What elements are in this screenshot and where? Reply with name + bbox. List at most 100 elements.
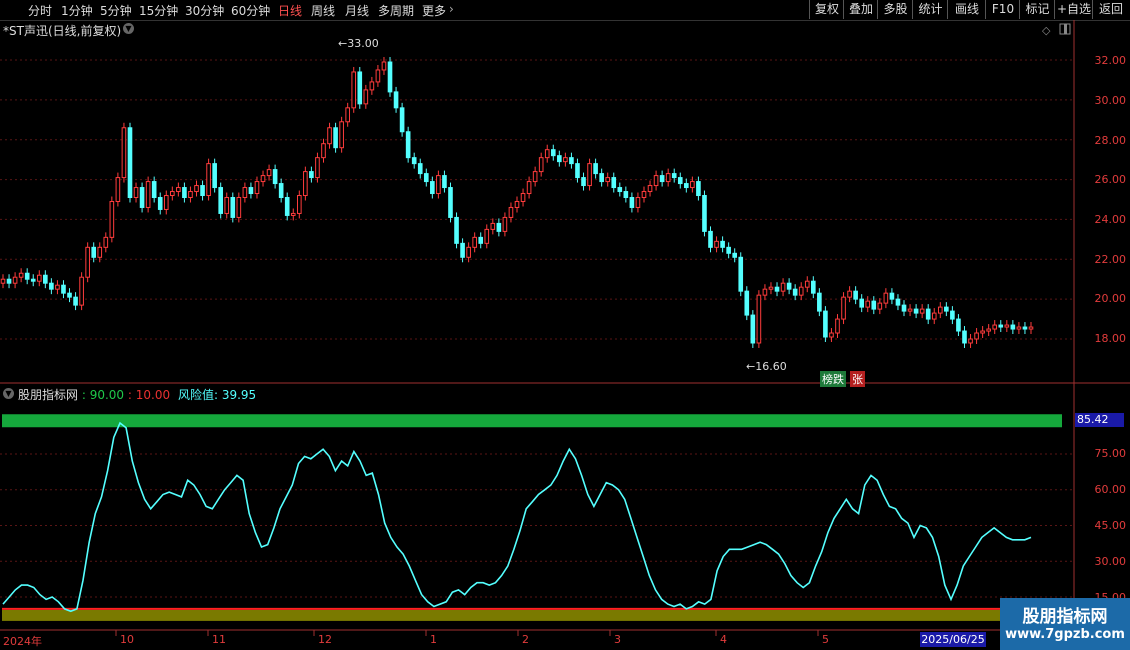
time-tick: 4 <box>720 633 727 646</box>
candle-body <box>647 185 653 193</box>
candle-body <box>871 300 877 310</box>
low-annotation: ←16.60 <box>746 360 787 373</box>
candle-body <box>502 216 508 232</box>
candle-body <box>6 278 12 284</box>
candle-body <box>224 197 230 214</box>
candle-body <box>30 278 36 282</box>
candle-body <box>260 175 266 183</box>
candle-body <box>127 127 133 199</box>
candle-body <box>974 332 979 340</box>
candle-body <box>12 276 18 284</box>
candle-body <box>1028 326 1034 330</box>
candle-body <box>182 187 187 199</box>
candle-body <box>641 191 647 199</box>
candle-body <box>212 163 217 189</box>
candle-body <box>121 127 127 179</box>
status-badge: 张 <box>850 371 865 387</box>
indicator-tick: 60.00 <box>1094 483 1127 496</box>
candle-body <box>254 181 260 195</box>
candle-body <box>587 163 592 187</box>
candle-body <box>804 280 810 288</box>
candle-body <box>950 310 955 320</box>
candle-body <box>593 163 598 175</box>
risk-value: 39.95 <box>221 388 257 402</box>
time-tick: 3 <box>614 633 621 646</box>
candle-body <box>436 175 441 195</box>
candle-body <box>339 121 344 149</box>
candle-body <box>629 197 635 208</box>
candle-body <box>230 197 236 218</box>
candle-body <box>466 246 471 258</box>
candle-body <box>817 292 822 312</box>
candle-body <box>756 294 762 344</box>
candle-body <box>617 187 623 193</box>
candle-body <box>478 236 484 244</box>
candle-body <box>696 181 701 197</box>
candle-body <box>91 246 97 258</box>
candle-body <box>36 274 42 282</box>
candle-body <box>170 191 175 197</box>
candle-body <box>151 181 157 199</box>
candle-body <box>61 284 66 294</box>
candle-body <box>859 298 864 308</box>
candle-body <box>24 272 30 280</box>
candle-body <box>369 81 375 91</box>
price-tick: 32.00 <box>1094 54 1127 67</box>
candle-body <box>992 324 998 330</box>
current-value-box: 85.42 <box>1075 413 1124 427</box>
candle-body <box>738 256 744 292</box>
indicator-tick: 30.00 <box>1094 555 1127 568</box>
chevron-down-icon[interactable]: ▼ <box>3 388 14 399</box>
candle-body <box>278 183 284 199</box>
upper-band <box>2 414 1062 428</box>
candle-body <box>569 157 574 165</box>
candle-body <box>677 177 683 185</box>
candle-body <box>986 328 991 332</box>
candle-body <box>931 312 937 320</box>
candle-body <box>417 163 423 175</box>
candle-body <box>956 318 961 332</box>
candle-body <box>937 306 943 314</box>
candle-body <box>423 173 429 183</box>
time-tick: 12 <box>318 633 332 646</box>
indicator-header: 股朋指标网 : 90.00 : 10.00 风险值: 39.95 <box>18 388 257 402</box>
candle-body <box>109 200 115 238</box>
candle-body <box>442 175 447 189</box>
lower-threshold: 10.00 <box>135 388 171 402</box>
candle-body <box>720 240 725 248</box>
status-badge: 榜跌 <box>820 371 846 387</box>
candle-body <box>635 197 641 208</box>
price-tick: 18.00 <box>1094 332 1127 345</box>
candle-body <box>684 183 689 189</box>
candle-body <box>381 61 387 71</box>
candle-body <box>780 282 786 292</box>
candle-body <box>968 338 973 344</box>
candle-body <box>1010 324 1016 330</box>
candle-body <box>605 177 611 183</box>
candle-body <box>962 330 967 344</box>
candle-body <box>0 278 6 284</box>
candle-body <box>200 185 205 197</box>
upper-threshold: 90.00 <box>89 388 125 402</box>
candle-body <box>532 171 538 183</box>
watermark-logo: 股朋指标网 www.7gpzb.com <box>1000 598 1130 650</box>
candlestick-series <box>0 57 1034 348</box>
candle-body <box>557 155 562 163</box>
candle-body <box>103 236 109 248</box>
candle-body <box>333 127 338 149</box>
candle-body <box>115 177 121 202</box>
candle-body <box>526 181 532 195</box>
candle-body <box>944 306 949 312</box>
candle-body <box>895 298 901 306</box>
candle-body <box>726 246 731 254</box>
candle-body <box>563 157 568 163</box>
candle-body <box>659 175 665 183</box>
candle-body <box>538 157 544 173</box>
candle-body <box>157 197 163 210</box>
candle-body <box>399 107 405 133</box>
candle-body <box>913 308 919 314</box>
diamond-icon: ◇ <box>1042 24 1051 37</box>
candle-body <box>520 193 526 202</box>
candle-body <box>454 216 459 244</box>
candle-body <box>206 163 211 197</box>
